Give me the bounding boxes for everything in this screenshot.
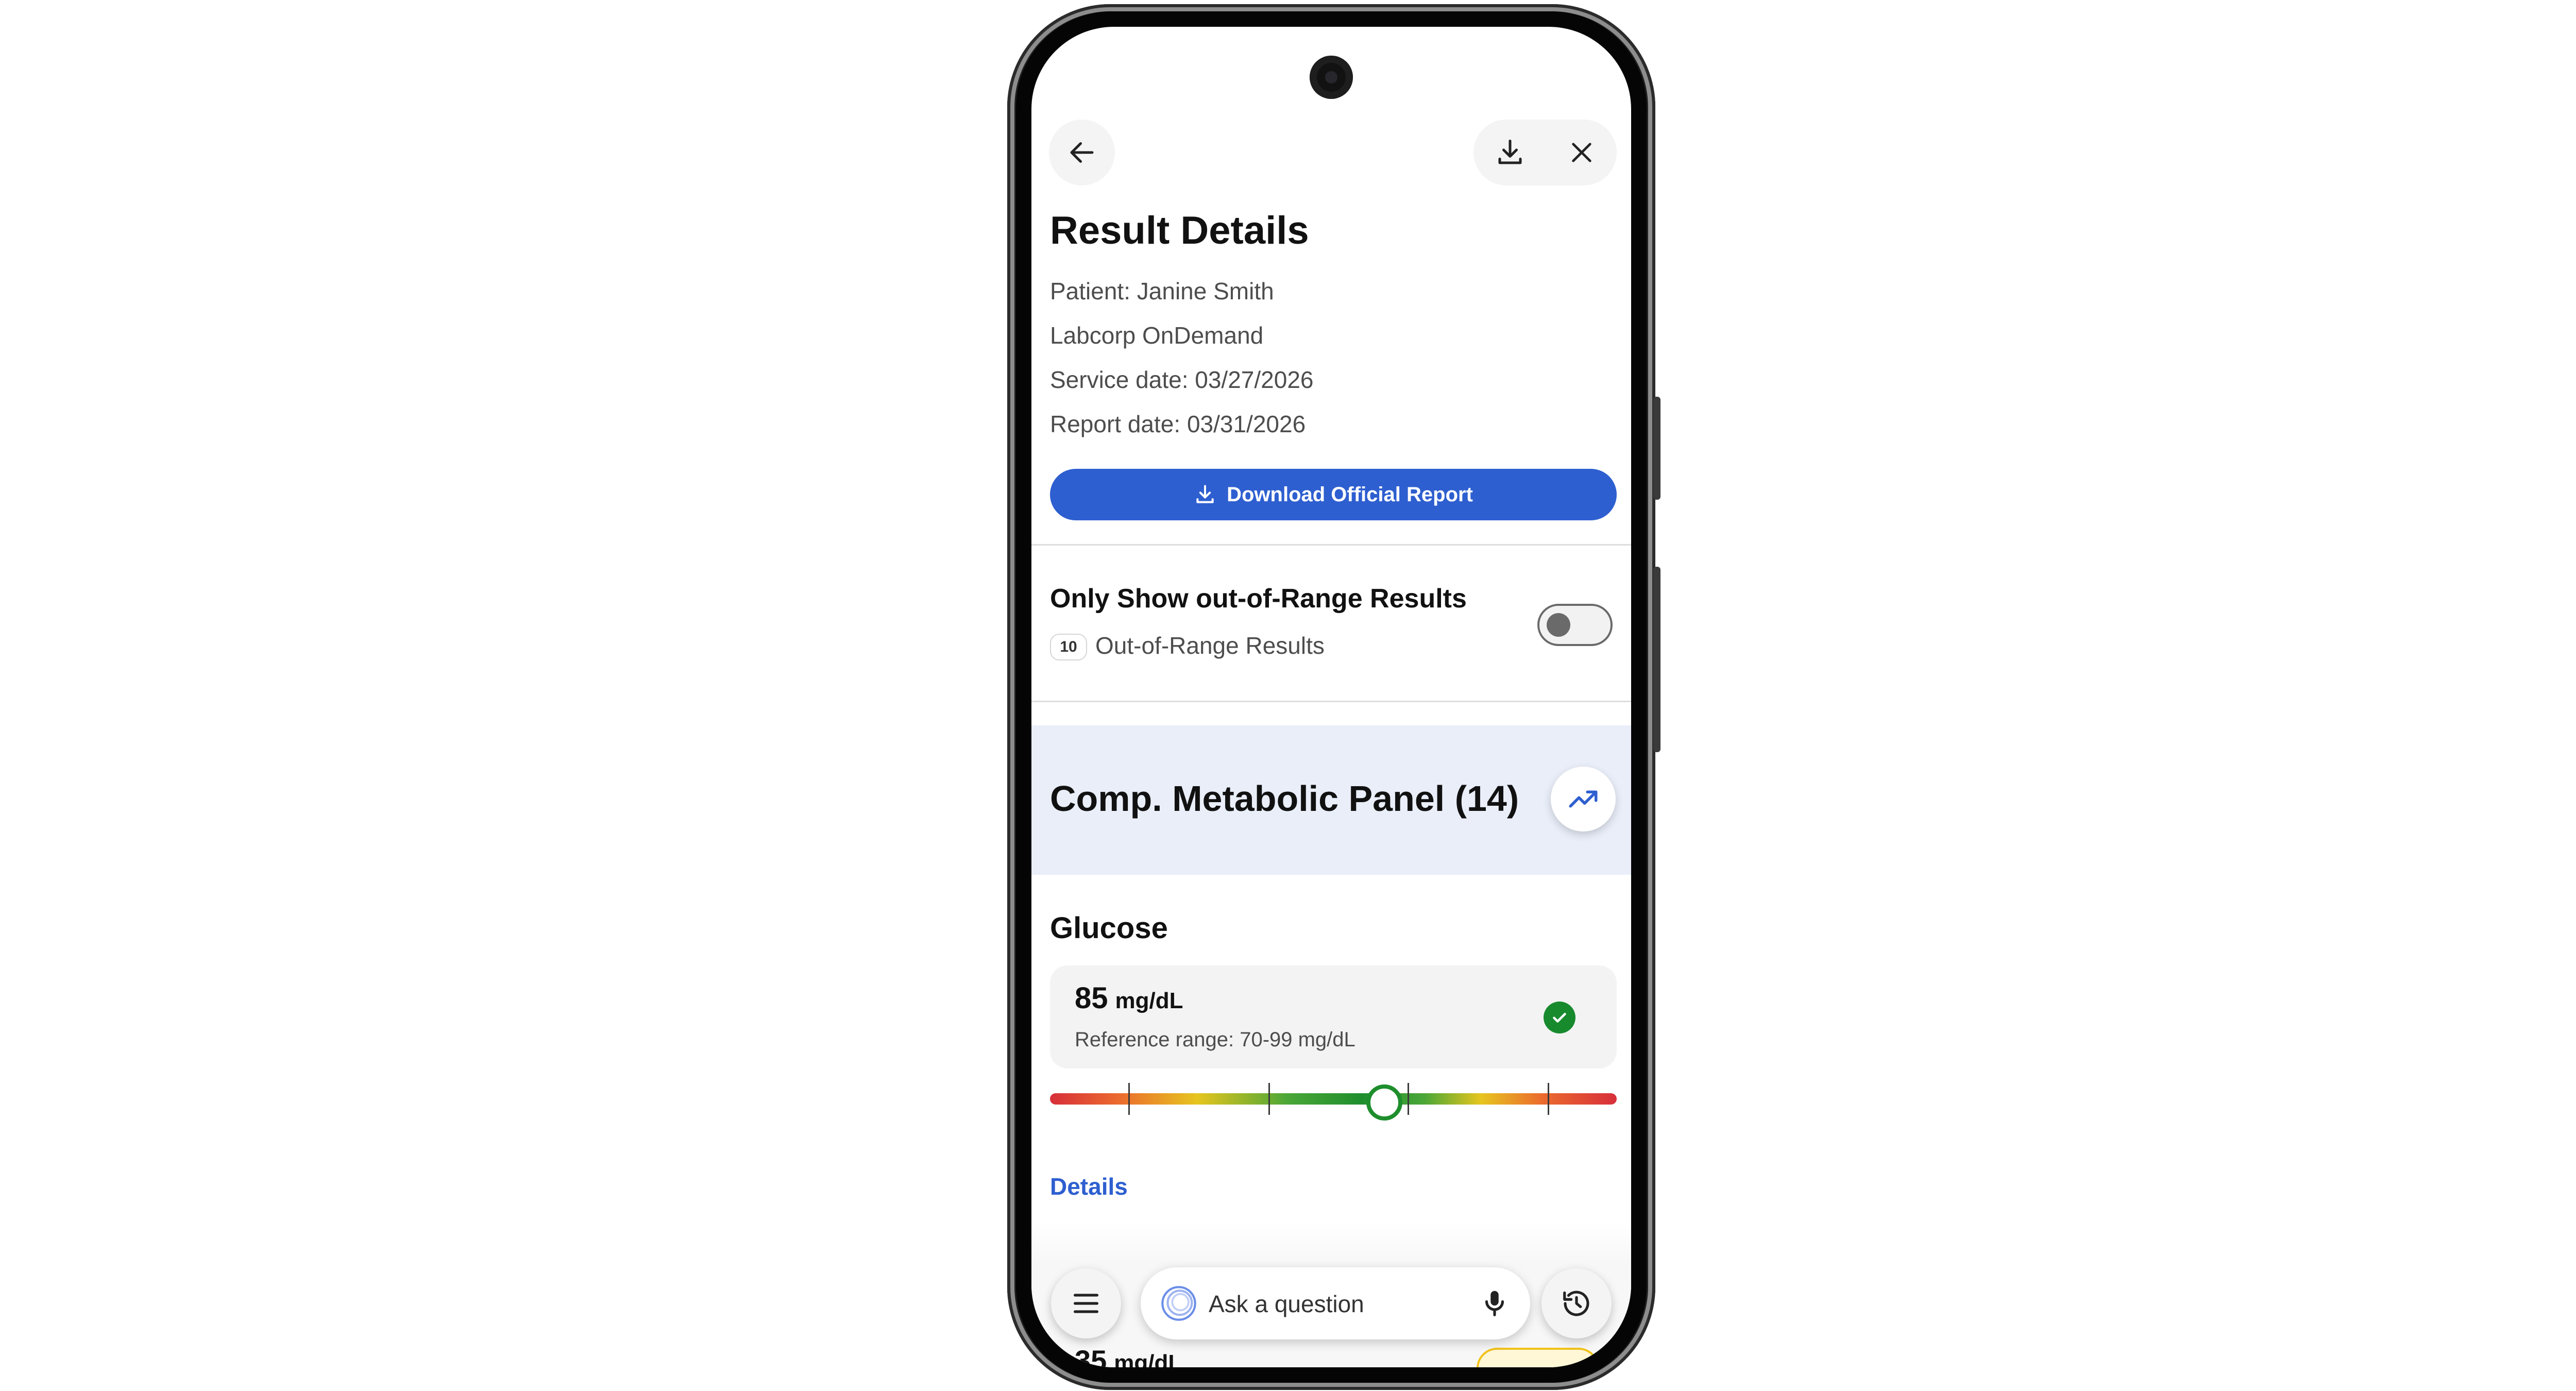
panel-title: Comp. Metabolic Panel (14) bbox=[1050, 778, 1519, 819]
history-button[interactable] bbox=[1541, 1268, 1612, 1338]
divider bbox=[1031, 544, 1631, 546]
test-name: Glucose bbox=[1050, 911, 1168, 945]
top-actions bbox=[1473, 120, 1617, 185]
download-icon bbox=[1498, 140, 1521, 164]
result-unit: mg/dL bbox=[1115, 988, 1183, 1013]
range-tick bbox=[1548, 1083, 1549, 1115]
details-link[interactable]: Details bbox=[1050, 1173, 1128, 1200]
hamburger-menu-icon bbox=[1074, 1294, 1098, 1313]
result-marker bbox=[1366, 1084, 1402, 1121]
next-result-value-row: 35 mg/dL bbox=[1075, 1344, 1182, 1367]
arrow-left-icon bbox=[1070, 142, 1094, 163]
range-tick bbox=[1128, 1083, 1130, 1115]
result-value: 85 bbox=[1075, 981, 1108, 1015]
filter-title: Only Show out-of-Range Results bbox=[1050, 584, 1467, 614]
patient-name: Patient: Janine Smith bbox=[1050, 278, 1274, 304]
volume-button bbox=[1653, 397, 1660, 500]
divider bbox=[1031, 701, 1631, 702]
out-of-range-toggle[interactable] bbox=[1537, 604, 1613, 646]
microphone-button[interactable] bbox=[1479, 1287, 1511, 1319]
out-of-range-count-label: Out-of-Range Results bbox=[1095, 632, 1325, 659]
download-report-label: Download Official Report bbox=[1227, 483, 1473, 506]
app-screen: Result Details Patient: Janine Smith Lab… bbox=[1031, 27, 1631, 1367]
service-date: Service date: 03/27/2026 bbox=[1050, 366, 1314, 393]
page-title: Result Details bbox=[1050, 209, 1309, 252]
download-icon bbox=[1196, 485, 1214, 503]
microphone-icon bbox=[1485, 1291, 1504, 1316]
next-result-status-badge bbox=[1477, 1348, 1599, 1367]
range-tick bbox=[1268, 1083, 1270, 1115]
out-of-range-count-badge: 10 bbox=[1050, 634, 1087, 660]
download-button[interactable] bbox=[1495, 137, 1526, 168]
check-circle-icon bbox=[1544, 1002, 1575, 1033]
range-tick bbox=[1408, 1083, 1409, 1115]
history-icon bbox=[1563, 1291, 1589, 1316]
result-card: 85 mg/dL Reference range: 70-99 mg/dL bbox=[1050, 965, 1617, 1068]
back-button[interactable] bbox=[1049, 120, 1115, 185]
menu-button[interactable] bbox=[1051, 1268, 1121, 1338]
lab-provider: Labcorp OnDemand bbox=[1050, 322, 1264, 349]
result-value-row: 85 mg/dL bbox=[1075, 981, 1183, 1015]
ask-question-placeholder: Ask a question bbox=[1209, 1291, 1364, 1317]
close-icon bbox=[1571, 143, 1591, 162]
assistant-orb-icon bbox=[1161, 1286, 1196, 1321]
download-report-button[interactable]: Download Official Report bbox=[1050, 469, 1617, 520]
front-camera bbox=[1310, 56, 1353, 99]
reference-range: Reference range: 70-99 mg/dL bbox=[1075, 1028, 1355, 1051]
check-mark-icon bbox=[1553, 1013, 1566, 1023]
close-button[interactable] bbox=[1567, 138, 1596, 167]
next-result-unit: mg/dL bbox=[1114, 1350, 1182, 1367]
range-bar bbox=[1050, 1093, 1617, 1105]
power-button bbox=[1653, 567, 1660, 752]
trend-line-icon bbox=[1569, 790, 1598, 808]
toggle-knob bbox=[1547, 613, 1570, 637]
report-date: Report date: 03/31/2026 bbox=[1050, 411, 1306, 437]
trend-button[interactable] bbox=[1551, 767, 1616, 832]
ask-question-bar[interactable]: Ask a question bbox=[1141, 1267, 1530, 1339]
next-result-value: 35 bbox=[1075, 1344, 1107, 1367]
